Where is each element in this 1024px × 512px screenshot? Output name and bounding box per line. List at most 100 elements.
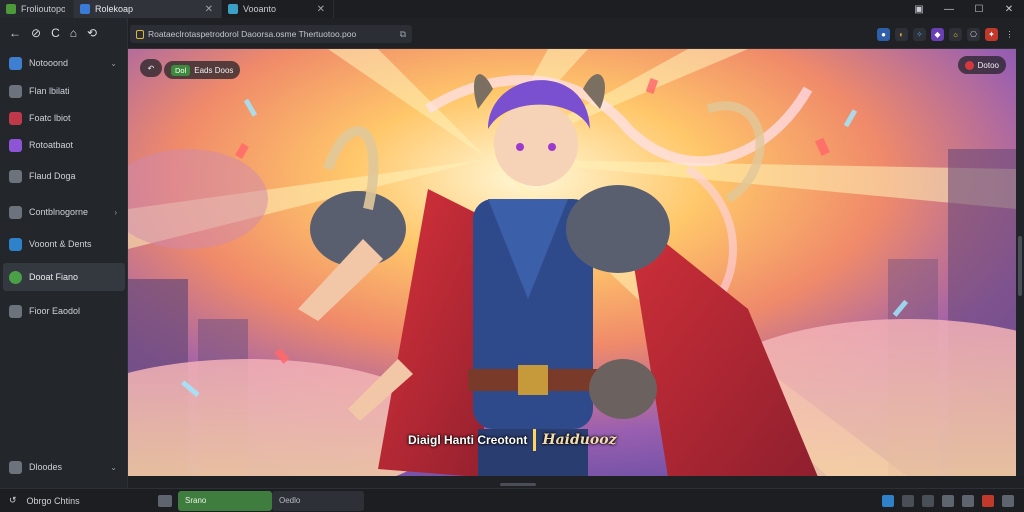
puzzle-icon [9,138,22,152]
overlay-right-button[interactable]: Dotoo [957,56,1006,74]
chevron-right-icon: › [114,207,117,217]
sidebar-item-8[interactable]: Dooat Fiano [3,263,125,291]
status-1-icon[interactable] [882,494,894,507]
menu-icon[interactable]: ⋮ [1003,28,1016,41]
overlay-badge-label: Eads Doos [194,65,234,75]
bottom-right-icons [882,494,1024,507]
extension-2-icon[interactable]: ◐ [895,27,908,41]
bottom-field-primary[interactable]: Srano [178,490,272,511]
sidebar-item-5[interactable]: Flaud Doga [3,162,125,190]
status-5-icon[interactable] [962,494,974,507]
nav-controls: ← ⊘ C ⌂ ⟲ [0,18,127,48]
notebook-icon [9,56,22,70]
vertical-scrollbar[interactable] [1016,48,1024,476]
sidebar-item-2[interactable]: Flan lbilati [3,77,125,105]
overlay-badge-pill: Dol [171,64,191,76]
house-icon [9,304,22,318]
download-icon [9,460,22,474]
undo-icon: ↺ [9,495,17,505]
sidebar-item-label: Flan lbilati [29,86,70,96]
image-icon[interactable] [158,494,172,507]
sidebar-item-4[interactable]: Rotoatbaot [3,131,125,159]
sidebar-item-label: Flaud Doga [29,171,76,181]
tab-2[interactable]: Rolekoap ✕ [74,0,222,18]
extension-icons: ● ◐ ✧ ◆ ☼ ⎔ ✦ ⋮ [877,27,1020,41]
scrollbar-thumb[interactable] [1018,236,1022,296]
bookmark-icon [9,111,22,125]
sidebar-item-7[interactable]: Vooont & Dents [3,230,125,258]
sidebar-item-9[interactable]: Fioor Eaodol [3,297,125,325]
caption-divider [533,429,537,451]
refresh-icon[interactable]: C [51,26,60,40]
hero-illustration [128,49,1016,476]
extension-3-icon[interactable]: ✧ [913,27,926,41]
minimize-icon[interactable]: — [934,4,964,15]
maximize-icon[interactable]: ☐ [964,4,994,15]
extension-7-icon[interactable]: ✦ [985,27,998,41]
window-controls: ▣ — ☐ ✕ [904,0,1024,18]
screen-capture-icon[interactable]: ▣ [904,4,934,15]
image-caption: Diaigl Hanti Creotont Haiduooz [408,429,617,451]
sidebar-item-label: Notooond [29,58,69,68]
tab-3-label: Vooanto [243,4,277,14]
back-overlay-icon[interactable]: ↶ [140,59,162,77]
status-4-icon[interactable] [942,494,954,507]
bottom-field-secondary[interactable]: Oedlo [272,490,364,511]
monitor-icon [9,237,22,251]
record-icon [964,60,974,70]
status-3-icon[interactable] [922,494,934,507]
sidebar-item-label: Vooont & Dents [29,239,92,249]
title-bar: Frolioutopo Rolekoap ✕ Vooanto ✕ ▣ — ☐ ✕ [0,0,1024,18]
sidebar-item-label: Dloodes [29,462,63,472]
close-icon[interactable]: ✕ [994,4,1024,15]
overlay-badge[interactable]: Dol Eads Doos [164,61,241,79]
status-2-icon[interactable] [902,494,914,507]
tab-1-favicon [6,4,16,14]
sidebar-item-6[interactable]: Contblnogorne › [3,198,125,226]
home-icon[interactable]: ⌂ [70,26,77,40]
tab-3[interactable]: Vooanto ✕ [222,0,334,18]
extension-6-icon[interactable]: ⎔ [967,27,980,41]
sidebar-item-label: Foatc lbiot [29,113,71,123]
lock-icon [136,29,144,39]
url-text: Roataeclrotaspetrodorol Daoorsa.osme The… [148,29,357,39]
resize-handle[interactable] [500,483,536,486]
address-bar[interactable]: Roataeclrotaspetrodorol Daoorsa.osme The… [130,25,412,43]
content-viewport: ↶ Dol Eads Doos Dotoo Diaigl Hanti Creot… [128,48,1016,476]
address-row: Roataeclrotaspetrodorol Daoorsa.osme The… [130,23,1020,45]
tab-2-favicon [80,4,90,14]
caption-text: Diaigl Hanti Creotont [408,433,528,447]
bottom-left[interactable]: ↺ Obrgo Chtins [0,495,128,506]
history-icon[interactable]: ⟲ [87,26,97,40]
chevron-down-icon: ⌄ [110,462,117,472]
overlay-right-label: Dotoo [977,60,999,70]
sidebar: ← ⊘ C ⌂ ⟲ Notooond ⌄ Flan lbilati Foatc … [0,18,128,488]
app-icon [9,270,22,284]
bottom-bar: ↺ Obrgo Chtins Srano Oedlo [0,483,1024,512]
document-icon [9,205,22,219]
sidebar-item-label: Fioor Eaodol [29,306,81,316]
tab-1-label: Frolioutopo [21,4,65,14]
sidebar-item-label: Contblnogorne [29,207,89,217]
sidebar-footer-item[interactable]: Dloodes ⌄ [3,453,125,481]
chevron-down-icon: ⌄ [110,58,117,68]
caption-brand: Haiduooz [542,432,617,448]
sidebar-item-label: Rotoatbaot [29,140,74,150]
sidebar-item-3[interactable]: Foatc lbiot [3,104,125,132]
status-6-icon[interactable] [982,494,994,507]
home-icon [9,84,22,98]
copy-icon[interactable]: ⧉ [400,29,406,40]
tab-2-close-icon[interactable]: ✕ [205,4,213,15]
status-7-icon[interactable] [1002,494,1014,507]
tab-3-close-icon[interactable]: ✕ [317,4,325,15]
sidebar-item-label: Dooat Fiano [29,272,79,282]
extension-5-icon[interactable]: ☼ [949,27,962,41]
sidebar-item-1[interactable]: Notooond ⌄ [3,49,125,77]
block-icon[interactable]: ⊘ [31,26,41,40]
share-icon [9,169,22,183]
extension-4-icon[interactable]: ◆ [931,27,944,41]
back-icon[interactable]: ← [9,26,21,40]
extension-1-icon[interactable]: ● [877,27,890,41]
tab-1[interactable]: Frolioutopo [0,0,74,18]
tab-3-favicon [228,4,238,14]
